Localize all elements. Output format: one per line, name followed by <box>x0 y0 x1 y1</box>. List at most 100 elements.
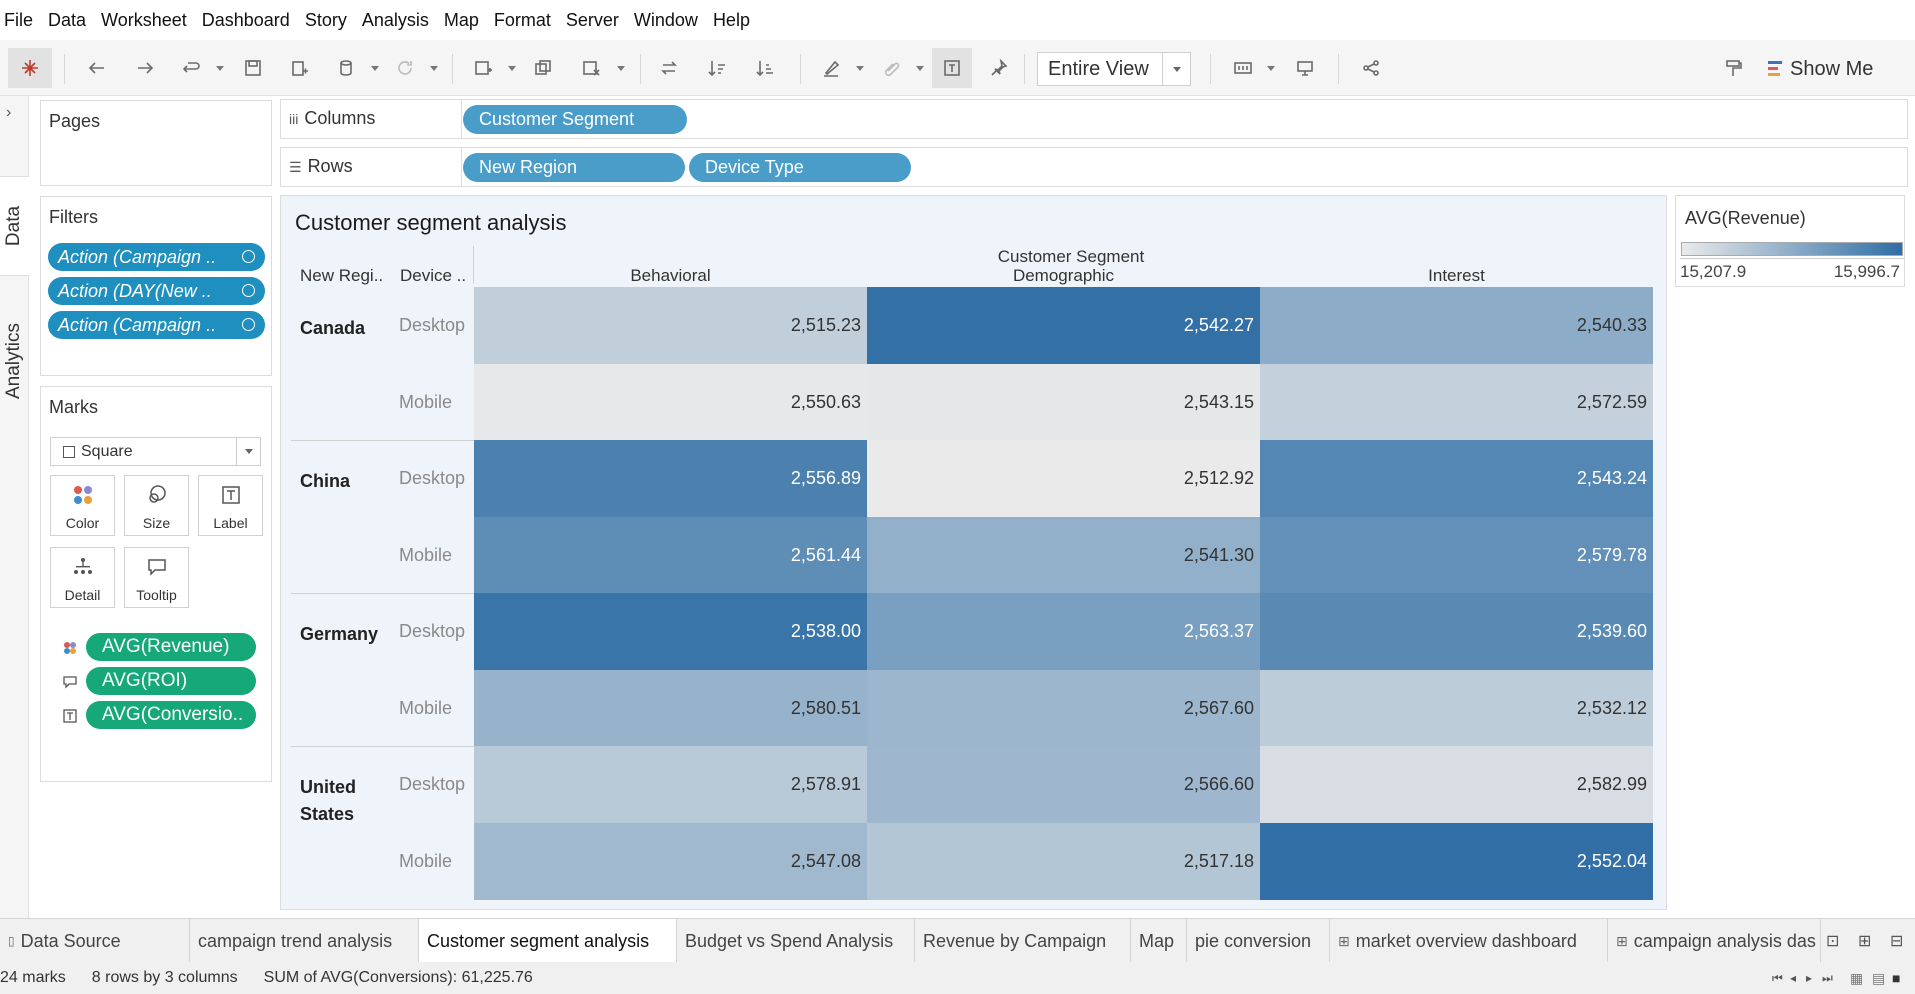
filmstrip-icon[interactable]: ▤ <box>1872 970 1885 987</box>
heatmap-cell[interactable]: 2,547.08 <box>474 822 867 900</box>
rows-shelf[interactable]: ☰ Rows New Region Device Type <box>280 147 1908 187</box>
save-icon[interactable] <box>238 50 268 86</box>
field-pill-avg-roi[interactable]: AVG(ROI) <box>86 667 256 695</box>
heatmap-cell[interactable]: 2,552.04 <box>1260 822 1653 900</box>
menu-item-analysis[interactable]: Analysis <box>362 10 429 31</box>
row-header-device-type[interactable]: Device .. <box>400 266 466 286</box>
new-dashboard-icon[interactable]: ⊞ <box>1858 931 1871 951</box>
menu-item-file[interactable]: File <box>4 10 33 31</box>
tab-revenue-by-campaign[interactable]: Revenue by Campaign <box>915 919 1131 963</box>
pages-shelf[interactable]: Pages <box>40 100 272 186</box>
row-label-device[interactable]: Desktop <box>399 774 465 795</box>
menu-item-story[interactable]: Story <box>305 10 347 31</box>
sheet-nav-first-icon[interactable]: ⏮ <box>1772 971 1783 986</box>
heatmap-cell[interactable]: 2,563.37 <box>867 593 1260 670</box>
mark-type-dropdown[interactable]: Square <box>50 437 261 466</box>
tab-map[interactable]: Map <box>1131 919 1187 963</box>
menu-item-dashboard[interactable]: Dashboard <box>202 10 290 31</box>
tab-budget-vs-spend-analysis[interactable]: Budget vs Spend Analysis <box>677 919 915 963</box>
tab-market-overview-dashboard[interactable]: ⊞ market overview dashboard <box>1330 919 1608 963</box>
show-mark-labels-icon[interactable] <box>932 48 972 88</box>
heatmap-cell[interactable]: 2,517.18 <box>867 822 1260 900</box>
sheet-nav-last-icon[interactable]: ⏭ <box>1822 971 1833 986</box>
menu-item-server[interactable]: Server <box>566 10 619 31</box>
undo-icon[interactable] <box>82 50 112 86</box>
row-header-new-region[interactable]: New Regi.. <box>300 266 383 286</box>
sort-ascending-icon[interactable] <box>702 50 732 86</box>
sheet-nav-next-icon[interactable]: ▸ <box>1806 971 1812 985</box>
replay-icon[interactable] <box>176 50 206 86</box>
detail-button[interactable]: Detail <box>50 547 115 608</box>
group-members-icon[interactable] <box>876 50 906 86</box>
field-pill-avg-revenue[interactable]: AVG(Revenue) <box>86 633 256 661</box>
label-button[interactable]: Label <box>198 475 263 536</box>
filter-pill[interactable]: Action (Campaign .. <box>48 311 265 339</box>
tooltip-button[interactable]: Tooltip <box>124 547 189 608</box>
tab-customer-segment-analysis[interactable]: Customer segment analysis <box>419 919 677 963</box>
row-label-device[interactable]: Desktop <box>399 468 465 489</box>
heatmap-cell[interactable]: 2,541.30 <box>867 516 1260 594</box>
columns-shelf[interactable]: iii Columns Customer Segment <box>280 99 1908 139</box>
heatmap-cell[interactable]: 2,582.99 <box>1260 746 1653 823</box>
redo-icon[interactable] <box>130 50 160 86</box>
pill-customer-segment[interactable]: Customer Segment <box>463 105 687 134</box>
new-worksheet-icon[interactable]: ⊡ <box>1826 931 1839 951</box>
row-label-region[interactable]: Canada <box>300 315 365 342</box>
heatmap-cell[interactable]: 2,515.23 <box>474 287 867 364</box>
sheet-nav-prev-icon[interactable]: ◂ <box>1790 971 1796 985</box>
tab-campaign-trend-analysis[interactable]: campaign trend analysis <box>190 919 419 963</box>
new-story-icon[interactable]: ⊟ <box>1890 931 1903 951</box>
filter-pill[interactable]: Action (Campaign .. <box>48 243 265 271</box>
field-pill-avg-conversions[interactable]: AVG(Conversio.. <box>86 701 256 729</box>
heatmap-cell[interactable]: 2,539.60 <box>1260 593 1653 670</box>
grid-view-icon[interactable]: ▦ <box>1850 970 1863 987</box>
row-label-device[interactable]: Mobile <box>399 698 452 719</box>
column-header-interest[interactable]: Interest <box>1260 266 1653 286</box>
analytics-tab[interactable]: Analytics <box>0 286 29 436</box>
worksheet-view[interactable]: Customer segment analysis New Regi.. Dev… <box>280 195 1667 910</box>
heatmap-cell[interactable]: 2,556.89 <box>474 440 867 517</box>
pill-device-type[interactable]: Device Type <box>689 153 911 182</box>
size-button[interactable]: Size <box>124 475 189 536</box>
fit-dropdown[interactable]: Entire View <box>1037 52 1191 86</box>
heatmap-cell[interactable]: 2,580.51 <box>474 669 867 747</box>
heatmap-cell[interactable]: 2,578.91 <box>474 746 867 823</box>
column-header-demographic[interactable]: Demographic <box>867 266 1260 286</box>
heatmap-cell[interactable]: 2,543.15 <box>867 363 1260 441</box>
duplicate-icon[interactable] <box>528 50 558 86</box>
heatmap-cell[interactable]: 2,566.60 <box>867 746 1260 823</box>
heatmap-cell[interactable]: 2,542.27 <box>867 287 1260 364</box>
data-tab[interactable]: Data <box>0 176 29 276</box>
heatmap-cell[interactable]: 2,512.92 <box>867 440 1260 517</box>
heatmap-cell[interactable]: 2,579.78 <box>1260 516 1653 594</box>
menu-item-window[interactable]: Window <box>634 10 698 31</box>
share-icon[interactable] <box>1356 50 1386 86</box>
swap-rows-columns-icon[interactable] <box>654 50 684 86</box>
new-data-source-icon[interactable] <box>284 50 314 86</box>
row-label-device[interactable]: Mobile <box>399 545 452 566</box>
menu-item-help[interactable]: Help <box>713 10 750 31</box>
pause-updates-icon[interactable] <box>332 50 362 86</box>
highlight-icon[interactable] <box>816 50 846 86</box>
expand-chevron-icon[interactable]: › <box>6 104 11 122</box>
heatmap-cell[interactable]: 2,572.59 <box>1260 363 1653 441</box>
row-label-device[interactable]: Desktop <box>399 621 465 642</box>
menu-item-worksheet[interactable]: Worksheet <box>101 10 187 31</box>
row-label-region[interactable]: United States <box>300 774 356 828</box>
row-label-device[interactable]: Mobile <box>399 392 452 413</box>
row-label-region[interactable]: Germany <box>300 621 378 648</box>
heatmap-cell[interactable]: 2,543.24 <box>1260 440 1653 517</box>
new-worksheet-icon[interactable] <box>468 50 498 86</box>
show-me-button[interactable]: Show Me <box>1768 52 1873 86</box>
refresh-icon[interactable] <box>390 50 420 86</box>
color-legend[interactable]: AVG(Revenue) 15,207.9 15,996.7 <box>1675 195 1905 287</box>
filters-shelf[interactable]: Filters Action (Campaign .. Action (DAY(… <box>40 196 272 376</box>
tabs-view-icon[interactable]: ■ <box>1892 970 1900 986</box>
heatmap-cell[interactable]: 2,567.60 <box>867 669 1260 747</box>
heatmap-cell[interactable]: 2,538.00 <box>474 593 867 670</box>
sort-descending-icon[interactable] <box>750 50 780 86</box>
tableau-logo-icon[interactable] <box>8 48 52 88</box>
row-label-region[interactable]: China <box>300 468 350 495</box>
format-painter-icon[interactable] <box>1718 50 1748 86</box>
menu-item-format[interactable]: Format <box>494 10 551 31</box>
